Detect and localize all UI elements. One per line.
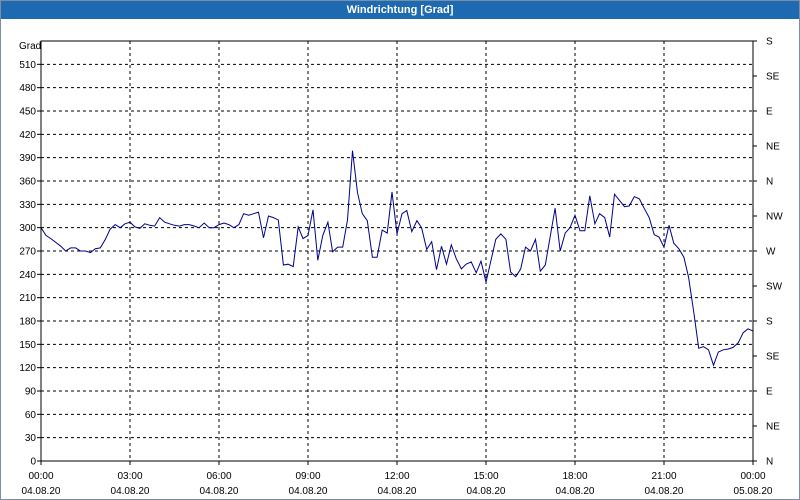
y-right-tick-label: E xyxy=(766,107,773,118)
y-tick-label: 480 xyxy=(19,83,36,94)
y-tick-label: 360 xyxy=(19,177,36,188)
x-tick-date: 04.08.20 xyxy=(556,486,595,497)
y-right-tick-label: W xyxy=(766,247,776,258)
x-tick-time: 21:00 xyxy=(651,471,676,482)
x-tick-date: 04.08.20 xyxy=(645,486,684,497)
x-tick-date: 04.08.20 xyxy=(22,486,61,497)
y-tick-label: 210 xyxy=(19,293,36,304)
y-tick-label: 270 xyxy=(19,247,36,258)
y-tick-label: 450 xyxy=(19,107,36,118)
y-right-tick-label: N xyxy=(766,177,773,188)
y-right-tick-label: SE xyxy=(766,352,780,363)
x-tick-date: 05.08.20 xyxy=(734,486,773,497)
y-tick-label: 0 xyxy=(30,457,36,468)
x-tick-time: 09:00 xyxy=(295,471,320,482)
y-right-tick-label: E xyxy=(766,387,773,398)
x-tick-date: 04.08.20 xyxy=(111,486,150,497)
y-right-tick-label: SE xyxy=(766,72,780,83)
y-tick-label: 420 xyxy=(19,130,36,141)
y-tick-label: 90 xyxy=(25,387,37,398)
y-tick-label: 330 xyxy=(19,200,36,211)
y-tick-label: 60 xyxy=(25,410,37,421)
y-right-tick-label: S xyxy=(766,317,773,328)
x-tick-date: 04.08.20 xyxy=(467,486,506,497)
y-right-tick-label: NE xyxy=(766,142,780,153)
y-axis-left: 0 30 60 90 120 150 180 210 240 270 300 330 360 390 420… xyxy=(19,60,41,468)
x-tick-date: 04.08.20 xyxy=(200,486,239,497)
y-right-tick-label: SW xyxy=(766,282,783,293)
y-tick-label: 240 xyxy=(19,270,36,281)
y-tick-label: 150 xyxy=(19,340,36,351)
y-right-tick-label: NE xyxy=(766,422,780,433)
x-tick-date: 04.08.20 xyxy=(378,486,417,497)
y-right-tick-label: N xyxy=(766,457,773,468)
y-axis-label: Grad xyxy=(19,41,41,52)
y-tick-label: 30 xyxy=(25,433,37,444)
y-tick-label: 390 xyxy=(19,153,36,164)
x-tick-time: 15:00 xyxy=(473,471,498,482)
y-tick-label: 300 xyxy=(19,223,36,234)
x-tick-date: 04.08.20 xyxy=(289,486,328,497)
y-tick-label: 510 xyxy=(19,60,36,71)
y-axis-right: N NE E SE S SW W NW N NE E SE S xyxy=(753,37,783,468)
wind-direction-chart: 0 30 60 90 120 150 180 210 240 270 300 330 360 390 420… xyxy=(19,37,783,498)
x-tick-time: 18:00 xyxy=(562,471,587,482)
x-tick-time: 03:00 xyxy=(117,471,142,482)
x-tick-time: 00:00 xyxy=(28,471,53,482)
y-tick-label: 120 xyxy=(19,363,36,374)
x-axis: 00:00 04.08.20 03:00 04.08.20 06:00 04.08.20 0… xyxy=(22,461,773,497)
chart-window: Windrichtung [Grad] 0 30 60 90 120 150 180 210 2… xyxy=(0,0,800,500)
y-tick-label: 180 xyxy=(19,317,36,328)
y-right-tick-label: NW xyxy=(766,212,783,223)
x-tick-time: 12:00 xyxy=(384,471,409,482)
x-tick-time: 06:00 xyxy=(206,471,231,482)
y-right-tick-label: S xyxy=(766,37,773,48)
x-tick-time: 00:00 xyxy=(740,471,765,482)
grid-lines xyxy=(41,41,753,461)
